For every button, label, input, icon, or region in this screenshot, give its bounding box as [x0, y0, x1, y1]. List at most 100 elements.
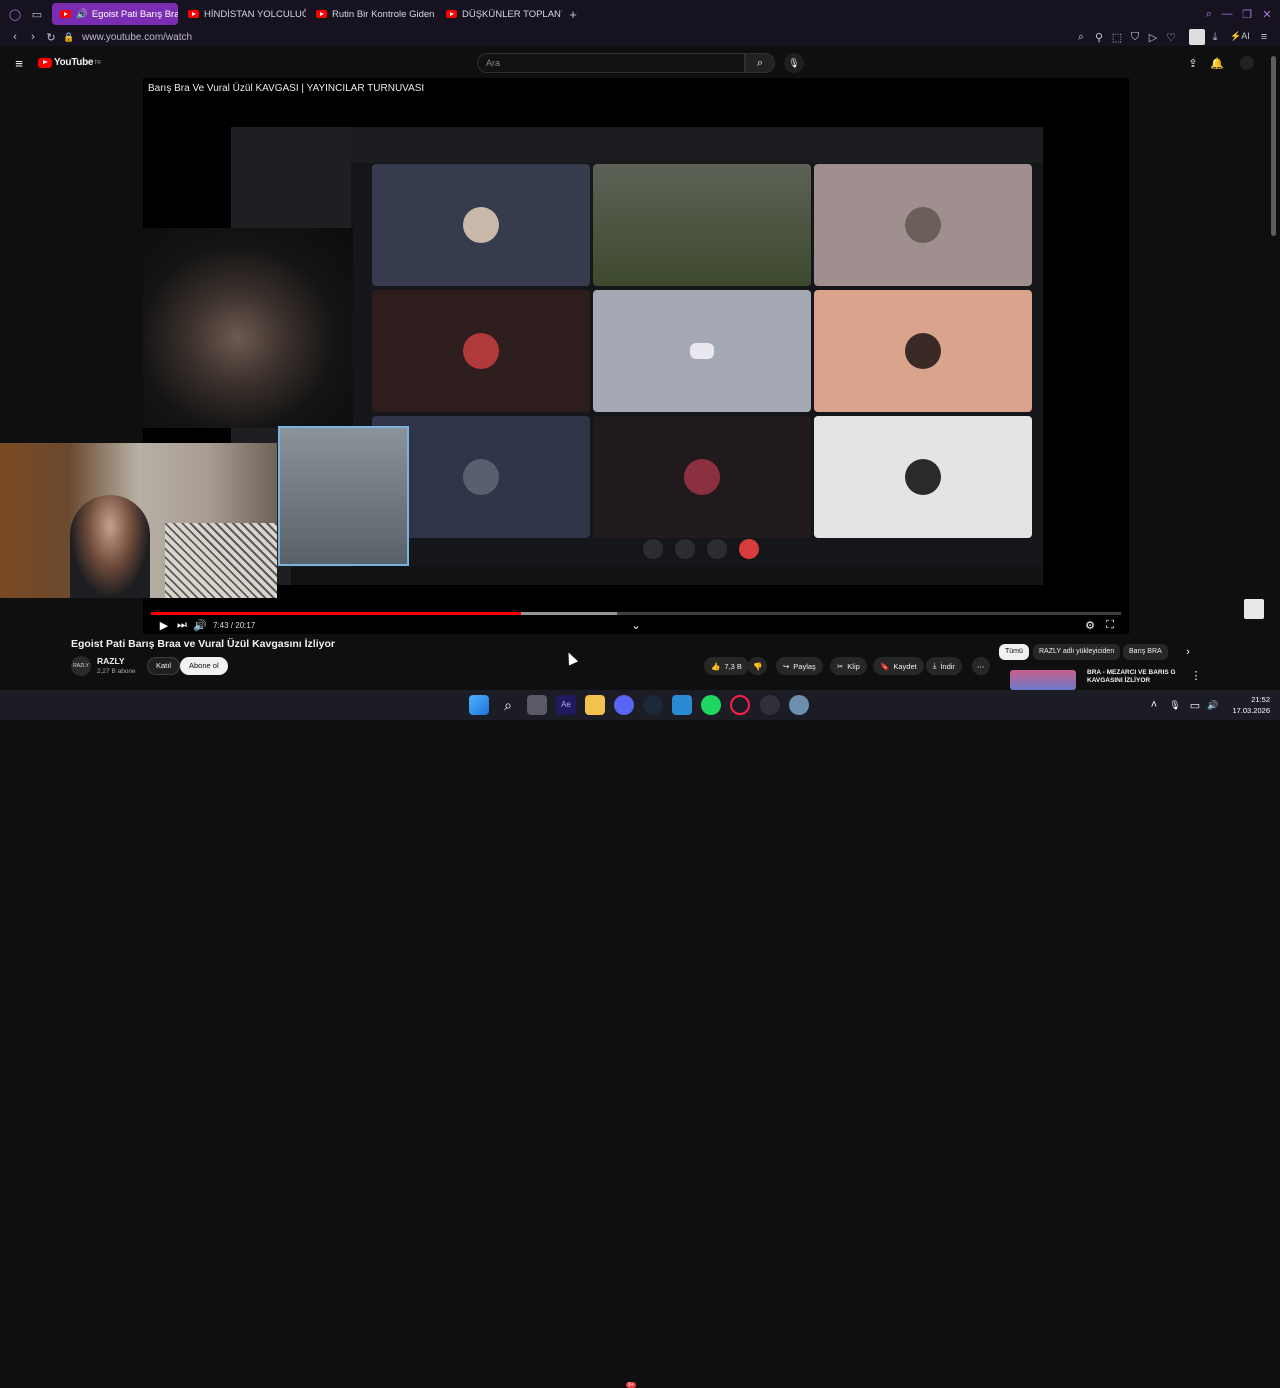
chip-all[interactable]: Tümü: [999, 644, 1029, 660]
hang-up-icon: [739, 539, 759, 559]
chip-baris-bra[interactable]: Barış BRA: [1123, 644, 1168, 660]
tray-network-icon[interactable]: ▭: [1186, 696, 1204, 714]
search-tabs-icon[interactable]: ⌕: [1200, 5, 1218, 23]
tray-clock[interactable]: 21:52 17.03.2026: [1226, 694, 1270, 716]
tab-egoist-pati[interactable]: 🔊 Egoist Pati Barış Braa v: [52, 3, 178, 25]
share-icon: ↪: [783, 661, 790, 671]
play-icon[interactable]: ▶: [155, 616, 173, 634]
url-field[interactable]: www.youtube.com/watch: [82, 32, 192, 43]
tab-duskunler[interactable]: DÜŞKÜNLER TOPLANTISI: [438, 3, 562, 25]
player-overlay-title: Barış Bra Ve Vural Üzül KAVGASI | YAYINC…: [148, 83, 425, 94]
call-tile: [814, 416, 1032, 538]
tab-rutin-kontrol[interactable]: Rutin Bir Kontrole Giden P: [308, 3, 436, 25]
obs-icon[interactable]: [760, 695, 780, 715]
video-player[interactable]: Barış Bra Ve Vural Üzül KAVGASI | YAYINC…: [143, 78, 1129, 634]
minimize-icon[interactable]: —: [1218, 5, 1236, 23]
download-button[interactable]: ⤓ İndir: [926, 657, 962, 675]
chevron-down-icon[interactable]: ⌄: [627, 616, 645, 634]
tray-chevron-up-icon[interactable]: ˄: [1145, 696, 1163, 714]
subscribe-button[interactable]: Abone ol: [180, 657, 228, 675]
tray-time: 21:52: [1251, 695, 1270, 704]
join-button[interactable]: Katıl: [147, 657, 181, 675]
upload-icon[interactable]: ⇪: [1184, 54, 1202, 72]
discord-icon[interactable]: [614, 695, 634, 715]
fullscreen-icon[interactable]: ⛶: [1101, 616, 1119, 634]
clip-button[interactable]: ✂ Klip: [830, 657, 867, 675]
save-button[interactable]: 🔖 Kaydet: [873, 657, 924, 675]
new-tab-button[interactable]: +: [564, 5, 582, 23]
next-icon[interactable]: ⏭: [173, 616, 191, 634]
lock-icon: 🔒: [63, 31, 75, 42]
share-button[interactable]: ↪ Paylaş: [776, 657, 823, 675]
call-controls: [643, 539, 759, 559]
more-horizontal-icon: ⋯: [977, 661, 985, 671]
opera-gx-icon[interactable]: [730, 695, 750, 715]
youtube-region: TR: [94, 59, 101, 66]
after-effects-icon[interactable]: Ae: [556, 695, 576, 715]
maximize-icon[interactable]: ❐: [1238, 5, 1256, 23]
task-view-icon[interactable]: [527, 695, 547, 715]
adblock-shield-icon[interactable]: ⛉: [1126, 28, 1144, 46]
chevron-right-icon[interactable]: ›: [1179, 643, 1197, 661]
more-actions-button[interactable]: ⋯: [972, 657, 990, 675]
facecam-overlay: [0, 443, 277, 598]
search-input[interactable]: Ara: [477, 53, 745, 73]
opera-logo-icon[interactable]: ◯: [6, 5, 24, 23]
guest-webcam: [278, 426, 409, 566]
miniplayer-button[interactable]: [1244, 599, 1264, 619]
player-icon[interactable]: ▷: [1144, 28, 1162, 46]
windows-start-icon[interactable]: [469, 695, 489, 715]
forward-icon[interactable]: ›: [24, 28, 42, 46]
settings-app-icon[interactable]: [789, 695, 809, 715]
voice-search-button[interactable]: 🎙: [784, 53, 804, 73]
profile-avatar[interactable]: [1189, 29, 1205, 45]
dislike-button[interactable]: 👎: [748, 657, 768, 675]
remote-desktop-icon[interactable]: [672, 695, 692, 715]
like-button[interactable]: 👍 7,3 B: [704, 657, 749, 675]
zoom-icon[interactable]: ⌕: [1072, 28, 1090, 46]
recommendation-title[interactable]: BRA - MEZARCI VE BARIS G KAVGASINI İZLİY…: [1087, 669, 1187, 685]
tray-volume-icon[interactable]: 🔊: [1204, 696, 1222, 714]
tab-title: DÜŞKÜNLER TOPLANTISI: [462, 8, 562, 20]
hamburger-menu-icon[interactable]: ≡: [10, 54, 28, 72]
speaker-icon[interactable]: 🔊: [76, 9, 88, 20]
channel-name[interactable]: RAZLY: [97, 656, 125, 666]
call-tile: [814, 290, 1032, 412]
tray-microphone-icon[interactable]: 🎙: [1166, 696, 1184, 714]
search-button[interactable]: ⌕: [745, 53, 775, 73]
recommendation-thumbnail[interactable]: [1010, 670, 1076, 690]
channel-avatar[interactable]: RAZLY: [71, 656, 91, 676]
address-bar-row: ‹ › ↻ 🔒 www.youtube.com/watch ⌕ ⚲ ⬚ ⛉ ▷ …: [0, 28, 1280, 46]
facecam-person: [70, 495, 150, 598]
back-icon[interactable]: ‹: [6, 28, 24, 46]
menu-icon[interactable]: ≡: [1255, 28, 1273, 46]
notifications-bell-icon[interactable]: 🔔: [1208, 54, 1226, 72]
tab-switcher-icon[interactable]: ▭: [28, 5, 46, 23]
snapshot-icon[interactable]: ⬚: [1108, 28, 1126, 46]
steam-icon[interactable]: [643, 695, 663, 715]
reload-icon[interactable]: ↻: [42, 28, 60, 46]
close-window-icon[interactable]: ✕: [1258, 5, 1276, 23]
download-icon: ⤓: [933, 661, 937, 670]
browser-tab-strip: ◯ ▭ 🔊 Egoist Pati Barış Braa v HİNDİSTAN…: [0, 0, 1280, 28]
chip-from-uploader[interactable]: RAZLY adlı yükleyiciden: [1033, 644, 1121, 660]
page-scrollbar[interactable]: [1271, 56, 1276, 236]
search-icon[interactable]: ⌕: [498, 695, 518, 715]
more-vertical-icon[interactable]: ⋮: [1187, 666, 1205, 684]
spotify-icon[interactable]: [701, 695, 721, 715]
progress-bar[interactable]: [151, 612, 1121, 615]
youtube-logo[interactable]: YouTube TR: [38, 57, 101, 68]
settings-gear-icon[interactable]: ⚙: [1081, 616, 1099, 634]
time-current: 7:43: [213, 620, 229, 630]
facecam-background-bed: [165, 523, 277, 598]
pin-icon[interactable]: ⚲: [1090, 28, 1108, 46]
microphone-icon: 🎙: [788, 57, 800, 68]
download-icon[interactable]: ⤓: [1206, 28, 1224, 46]
volume-icon[interactable]: 🔊: [191, 616, 209, 634]
tab-hindistan[interactable]: HİNDİSTAN YOLCULUĞU: [180, 3, 306, 25]
file-explorer-icon[interactable]: [585, 695, 605, 715]
aria-ai-button[interactable]: ⚡AI: [1230, 31, 1250, 42]
youtube-favicon-icon: [446, 10, 457, 18]
account-avatar[interactable]: [1240, 56, 1254, 70]
heart-icon[interactable]: ♡: [1162, 28, 1180, 46]
